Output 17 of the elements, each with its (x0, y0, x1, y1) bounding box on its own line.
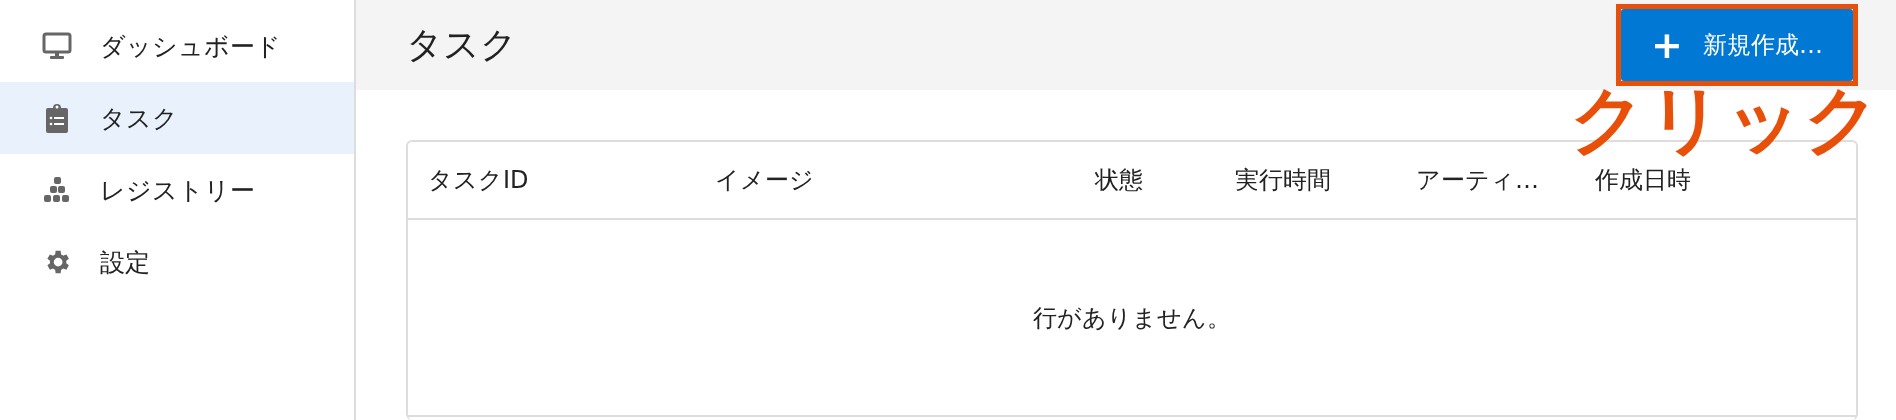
column-header[interactable]: 実行時間 (1235, 164, 1416, 196)
new-button[interactable]: + 新規作成… (1621, 9, 1853, 81)
sidebar-item[interactable]: 設定 (0, 226, 354, 298)
sidebar-item[interactable]: レジストリー (0, 154, 354, 226)
sidebar-item[interactable]: タスク (0, 82, 354, 154)
column-header[interactable]: 状態 (1095, 164, 1235, 196)
sidebar-item[interactable]: ダッシュボード (0, 10, 354, 82)
column-header[interactable]: タスクID (428, 164, 715, 196)
annotation-text: クリック (1570, 82, 1882, 156)
clipboard-icon (45, 102, 69, 134)
column-header[interactable]: アーティ… (1416, 164, 1595, 196)
page-title: タスク (406, 22, 517, 67)
column-header[interactable]: 作成日時 (1595, 164, 1856, 196)
monitor-icon (42, 32, 72, 60)
blocks-icon (43, 176, 71, 204)
empty-message: 行がありません。 (1033, 302, 1231, 334)
column-header[interactable]: イメージ (715, 164, 1095, 196)
